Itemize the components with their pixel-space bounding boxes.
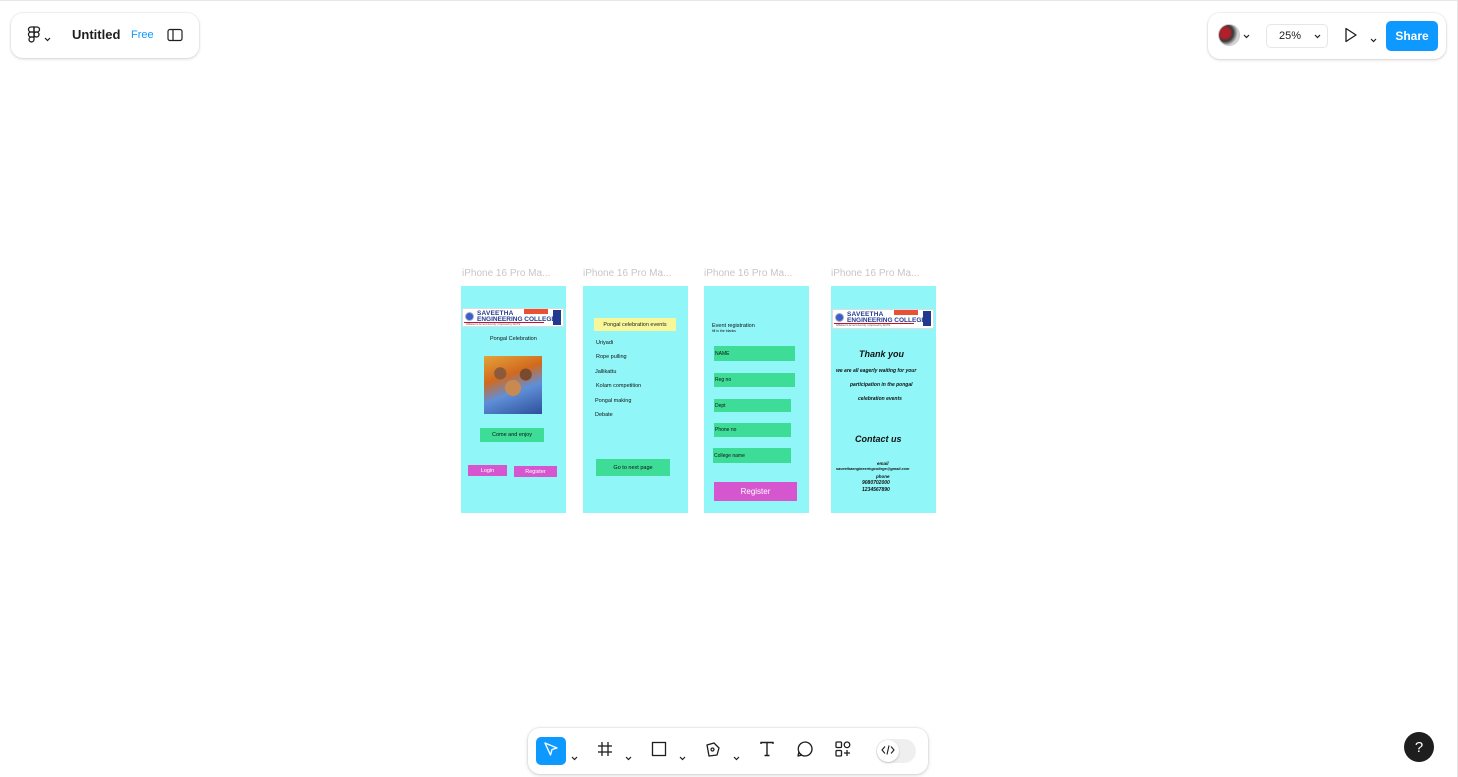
chevron-down-icon xyxy=(1314,30,1321,42)
rectangle-tool-button[interactable] xyxy=(646,737,672,765)
frame-events[interactable]: Pongal celebration events Uriyadi Rope p… xyxy=(583,286,688,513)
phone-no-field[interactable]: Phone no xyxy=(714,423,791,437)
avatar xyxy=(1218,24,1240,46)
comment-icon xyxy=(796,740,814,763)
frame-label[interactable]: iPhone 16 Pro Ma... xyxy=(831,268,919,279)
zoom-level: 25% xyxy=(1279,30,1302,42)
logo-tagline: Affiliated to Anna University | Approved… xyxy=(466,323,521,326)
event-item: Debate xyxy=(595,412,613,418)
components-icon xyxy=(834,740,852,763)
sidebar-toggle-icon[interactable] xyxy=(167,28,183,47)
chevron-down-icon xyxy=(1243,26,1250,44)
pongal-image xyxy=(484,356,542,414)
event-item: Uriyadi xyxy=(596,340,614,346)
register-button[interactable]: Register xyxy=(514,466,557,477)
frame-tool-button[interactable] xyxy=(592,737,618,765)
college-name-field[interactable]: College name xyxy=(713,448,791,463)
college-logo: SAVEETHA ENGINEERING COLLEGE Affiliated … xyxy=(832,309,934,329)
logo-tag xyxy=(894,310,918,315)
college-logo: SAVEETHA ENGINEERING COLLEGE Affiliated … xyxy=(462,308,564,327)
contact-heading: Contact us xyxy=(855,434,902,444)
reg-no-field[interactable]: Reg no xyxy=(714,373,795,387)
file-title[interactable]: Untitled xyxy=(72,27,120,42)
college-seal xyxy=(465,312,474,321)
dept-field[interactable]: Dept xyxy=(714,399,791,412)
text-tool-icon xyxy=(759,741,775,762)
share-button[interactable]: Share xyxy=(1386,21,1438,51)
thank-you-message: celebration events xyxy=(858,396,902,402)
actions-button[interactable] xyxy=(830,737,856,765)
phone-value: 1234567890 xyxy=(862,487,890,493)
registration-subheading: fill in the blanks xyxy=(712,329,736,333)
figma-menu-icon xyxy=(27,26,41,49)
event-item: Kolam competition xyxy=(596,383,642,389)
frame-tool-icon xyxy=(597,741,613,762)
phone-value: 9080702000 xyxy=(862,480,890,486)
design-canvas[interactable]: Untitled Free 25% Share iPhone 16 Pro Ma… xyxy=(0,0,1458,777)
share-panel: 25% Share xyxy=(1208,13,1446,59)
move-tool-button[interactable] xyxy=(536,737,566,765)
event-item: Jallikattu xyxy=(595,369,617,375)
college-seal xyxy=(835,313,844,322)
frame-label[interactable]: iPhone 16 Pro Ma... xyxy=(583,268,671,279)
code-icon xyxy=(881,742,895,760)
chevron-down-icon[interactable] xyxy=(625,748,632,766)
frame-thank-you[interactable]: SAVEETHA ENGINEERING COLLEGE Affiliated … xyxy=(831,286,936,513)
chevron-down-icon[interactable] xyxy=(733,748,740,766)
event-item: Pongal making xyxy=(595,398,632,404)
pen-tool-icon xyxy=(704,740,722,763)
chevron-down-icon xyxy=(44,29,51,47)
frame-label[interactable]: iPhone 16 Pro Ma... xyxy=(704,268,792,279)
chevron-down-icon[interactable] xyxy=(679,748,686,766)
logo-tag xyxy=(524,309,548,314)
phone-label: phone xyxy=(876,474,890,479)
logo-tagline: Affiliated to Anna University | Approved… xyxy=(836,324,891,327)
events-heading: Pongal celebration events xyxy=(594,318,676,331)
thank-you-message: we are all eagerly waiting for your xyxy=(836,368,917,374)
event-item: Rope pulling xyxy=(596,354,627,360)
thank-you-heading: Thank you xyxy=(859,349,905,359)
dev-mode-toggle[interactable] xyxy=(876,739,916,763)
bottom-toolbar xyxy=(528,728,928,774)
dev-mode-knob xyxy=(877,740,899,762)
frame-home[interactable]: SAVEETHA ENGINEERING COLLEGE Affiliated … xyxy=(461,286,566,513)
text-tool-button[interactable] xyxy=(754,737,780,765)
file-panel: Untitled Free xyxy=(11,13,199,58)
frame-label[interactable]: iPhone 16 Pro Ma... xyxy=(462,268,550,279)
emblem-icon xyxy=(553,310,561,325)
email-label: email xyxy=(877,461,889,466)
main-menu-button[interactable] xyxy=(27,26,51,49)
chevron-down-icon[interactable] xyxy=(1370,30,1377,48)
zoom-dropdown[interactable]: 25% xyxy=(1266,24,1328,48)
thank-you-message: participation in the pongal xyxy=(850,382,913,388)
come-and-enjoy-button[interactable]: Come and enjoy xyxy=(480,428,544,442)
move-tool-icon xyxy=(543,741,559,762)
comment-tool-button[interactable] xyxy=(792,737,818,765)
emblem-icon xyxy=(923,311,931,326)
frame-registration[interactable]: Event registration fill in the blanks NA… xyxy=(704,286,809,513)
plan-badge[interactable]: Free xyxy=(131,29,154,41)
play-icon[interactable] xyxy=(1344,27,1358,48)
help-button[interactable]: ? xyxy=(1404,732,1434,762)
name-field[interactable]: NAME xyxy=(714,346,795,361)
rectangle-tool-icon xyxy=(651,741,667,762)
pen-tool-button[interactable] xyxy=(700,737,726,765)
home-heading: Pongal Celebration xyxy=(490,336,537,342)
email-value: saveethaengineeringcollege@gmail.com xyxy=(836,467,910,471)
chevron-down-icon[interactable] xyxy=(571,748,578,766)
user-menu[interactable] xyxy=(1218,24,1250,46)
next-page-button[interactable]: Go to next page xyxy=(596,459,670,476)
login-button[interactable]: Login xyxy=(468,465,507,476)
register-button[interactable]: Register xyxy=(714,482,797,501)
